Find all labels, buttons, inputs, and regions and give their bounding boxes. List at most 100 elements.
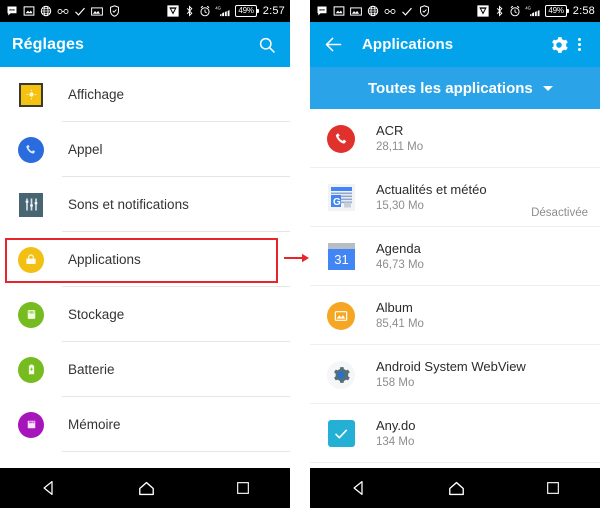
check-icon	[401, 5, 413, 17]
list-item-text: Agenda 46,73 Mo	[376, 240, 588, 273]
signal-4g-icon: 4G	[525, 5, 541, 17]
shield-check-icon	[108, 5, 120, 17]
sidebar-item-label: Batterie	[68, 362, 115, 377]
gear-icon[interactable]	[548, 34, 570, 56]
row-divider	[62, 451, 290, 452]
globe-icon	[367, 5, 379, 17]
vpn-shield-icon	[477, 5, 489, 17]
battery-level: 49	[548, 6, 557, 15]
list-item-text: Android System WebView 158 Mo	[376, 358, 588, 391]
home-icon[interactable]	[137, 479, 156, 498]
back-icon[interactable]	[40, 479, 58, 497]
apps-box-icon	[14, 243, 48, 277]
anydo-check-icon	[324, 417, 358, 451]
applications-app-bar: Applications	[310, 22, 600, 67]
status-bar-right-icons: 4G 49% 2:57	[167, 5, 285, 17]
sms-icon	[316, 5, 328, 17]
app-name: Actualités et météo	[376, 182, 487, 197]
list-item[interactable]: Android System WebView 158 Mo	[310, 345, 600, 404]
app-list: ACR 28,11 Mo G Actualités et météo 15,30…	[310, 109, 600, 463]
home-icon[interactable]	[447, 479, 466, 498]
app-name: Any.do	[376, 418, 416, 433]
sidebar-item-appel[interactable]: Appel	[0, 122, 290, 177]
list-item[interactable]: Album 85,41 Mo	[310, 286, 600, 345]
left-phone-screen: 4G 49% 2:57 Réglages Affichage Appel Son…	[0, 0, 290, 508]
app-name: Album	[376, 300, 413, 315]
signal-4g-icon: 4G	[215, 5, 231, 17]
list-item-text: ACR 28,11 Mo	[376, 122, 588, 155]
display-icon	[14, 78, 48, 112]
photo-frame-icon	[333, 5, 345, 17]
sidebar-item-memoire[interactable]: Mémoire	[0, 397, 290, 452]
bluetooth-icon	[183, 5, 195, 17]
sidebar-item-label: Appel	[68, 142, 103, 157]
list-item[interactable]: Any.do 134 Mo	[310, 404, 600, 463]
app-name: ACR	[376, 123, 404, 138]
battery-level: 49	[238, 6, 247, 15]
status-clock: 2:58	[572, 5, 595, 17]
red-arrow-icon	[284, 253, 309, 263]
chevron-down-icon	[542, 85, 553, 91]
list-item[interactable]: G Actualités et météo 15,30 Mo Désactivé…	[310, 168, 600, 227]
list-item-text: Album 85,41 Mo	[376, 299, 588, 332]
sliders-icon	[14, 188, 48, 222]
right-phone-screen: 4G 49% 2:58 Applications Toutes les appl…	[310, 0, 600, 508]
navigation-bar	[0, 468, 290, 508]
memory-icon	[14, 408, 48, 442]
status-bar: 4G 49% 2:58	[310, 0, 600, 22]
battery-percent-sign: %	[556, 6, 564, 15]
app-filter-dropdown[interactable]: Toutes les applications	[310, 67, 600, 109]
status-bar-left-icons	[6, 5, 167, 17]
app-state: Désactivée	[531, 207, 588, 219]
search-icon[interactable]	[256, 34, 278, 56]
status-bar-left-icons	[316, 5, 477, 17]
battery-indicator: 49%	[545, 5, 570, 17]
sidebar-item-applications[interactable]: Applications	[0, 232, 290, 287]
shield-check-icon	[418, 5, 430, 17]
status-bar-right-icons: 4G 49% 2:58	[477, 5, 595, 17]
sidebar-item-batterie[interactable]: Batterie	[0, 342, 290, 397]
glasses-icon	[57, 5, 69, 17]
sms-icon	[6, 5, 18, 17]
status-bar: 4G 49% 2:57	[0, 0, 290, 22]
vpn-shield-icon	[167, 5, 179, 17]
settings-app-bar: Réglages	[0, 22, 290, 67]
page-title: Réglages	[12, 35, 84, 53]
sidebar-item-affichage[interactable]: Affichage	[0, 67, 290, 122]
alarm-icon	[509, 5, 521, 17]
recents-icon[interactable]	[545, 480, 561, 496]
photo-frame-icon	[23, 5, 35, 17]
bluetooth-icon	[493, 5, 505, 17]
sidebar-item-sons-et-notifications[interactable]: Sons et notifications	[0, 177, 290, 232]
svg-text:G: G	[333, 197, 341, 208]
sidebar-item-label: Affichage	[68, 87, 125, 102]
screenshot-stage: 4G 49% 2:57 Réglages Affichage Appel Son…	[0, 0, 600, 508]
app-size: 85,41 Mo	[376, 318, 424, 330]
list-item-text: Actualités et météo 15,30 Mo	[376, 181, 531, 214]
recents-icon[interactable]	[235, 480, 251, 496]
globe-icon	[40, 5, 52, 17]
battery-percent-sign: %	[246, 6, 254, 15]
app-name: Android System WebView	[376, 359, 526, 374]
app-filter-label: Toutes les applications	[368, 79, 533, 97]
glasses-icon	[384, 5, 396, 17]
back-icon[interactable]	[350, 479, 368, 497]
svg-text:31: 31	[334, 252, 348, 267]
list-item[interactable]: 31 Agenda 46,73 Mo	[310, 227, 600, 286]
sidebar-item-stockage[interactable]: Stockage	[0, 287, 290, 342]
alarm-icon	[199, 5, 211, 17]
back-arrow-icon[interactable]	[322, 34, 344, 56]
page-title: Applications	[362, 36, 454, 53]
check-icon	[74, 5, 86, 17]
battery-icon	[14, 353, 48, 387]
overflow-menu-icon[interactable]	[570, 38, 588, 51]
list-item[interactable]: ACR 28,11 Mo	[310, 109, 600, 168]
settings-list: Affichage Appel Sons et notifications Ap…	[0, 67, 290, 452]
image-icon	[91, 5, 103, 17]
app-size: 46,73 Mo	[376, 259, 424, 271]
sidebar-item-label: Stockage	[68, 307, 125, 322]
album-photo-icon	[324, 299, 358, 333]
acr-phone-icon	[324, 122, 358, 156]
list-item-text: Any.do 134 Mo	[376, 417, 588, 450]
image-icon	[350, 5, 362, 17]
